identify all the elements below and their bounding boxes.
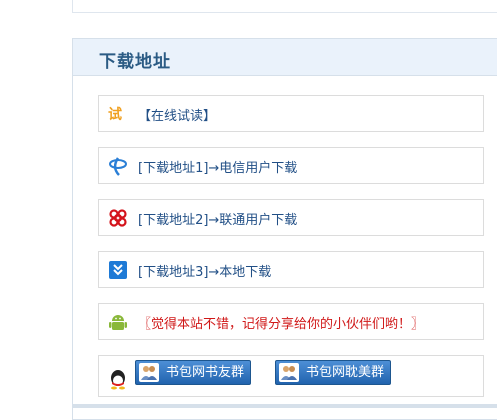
qq-group-button-1[interactable]: 书包网书友群 <box>135 360 252 385</box>
download-panel: 下载地址 试 【在线试读】 [下载地址1]→电信用户下载 [下载地址2]→联通用… <box>72 38 497 420</box>
download-2-link[interactable]: [下载地址2]→联通用户下载 <box>138 209 297 228</box>
panel-header: 下载地址 <box>73 39 497 76</box>
group-people-icon <box>279 363 299 382</box>
qq-group-button-2[interactable]: 书包网耽美群 <box>275 360 392 385</box>
qq-group-row: 书包网书友群 书包网耽美群 <box>98 355 484 397</box>
panel-bottom-border <box>72 404 497 408</box>
download-3-link[interactable]: [下载地址3]→本地下载 <box>138 261 271 280</box>
qq-group-label-2: 书包网耽美群 <box>306 365 385 380</box>
group-people-icon <box>139 363 159 382</box>
download-2-row[interactable]: [下载地址2]→联通用户下载 <box>98 199 484 236</box>
trial-read-row[interactable]: 试 【在线试读】 <box>98 95 484 132</box>
unicom-icon <box>107 207 129 229</box>
download-1-row[interactable]: [下载地址1]→电信用户下载 <box>98 147 484 184</box>
qq-group-label-1: 书包网书友群 <box>166 365 245 380</box>
download-3-row[interactable]: [下载地址3]→本地下载 <box>98 251 484 288</box>
svg-text:试: 试 <box>108 106 122 123</box>
download-1-link[interactable]: [下载地址1]→电信用户下载 <box>138 157 297 176</box>
share-text: 〖觉得本站不错，记得分享给你的小伙伴们哟！〗 <box>138 317 425 332</box>
local-download-icon <box>107 259 129 281</box>
trial-read-icon: 试 <box>107 103 129 125</box>
qq-icon <box>107 368 129 390</box>
previous-panel <box>72 0 497 13</box>
trial-read-link[interactable]: 【在线试读】 <box>138 105 216 124</box>
telecom-icon <box>107 155 129 177</box>
android-icon <box>107 311 129 333</box>
share-row[interactable]: 〖觉得本站不错，记得分享给你的小伙伴们哟！〗 <box>98 303 484 340</box>
panel-title: 下载地址 <box>99 52 171 72</box>
